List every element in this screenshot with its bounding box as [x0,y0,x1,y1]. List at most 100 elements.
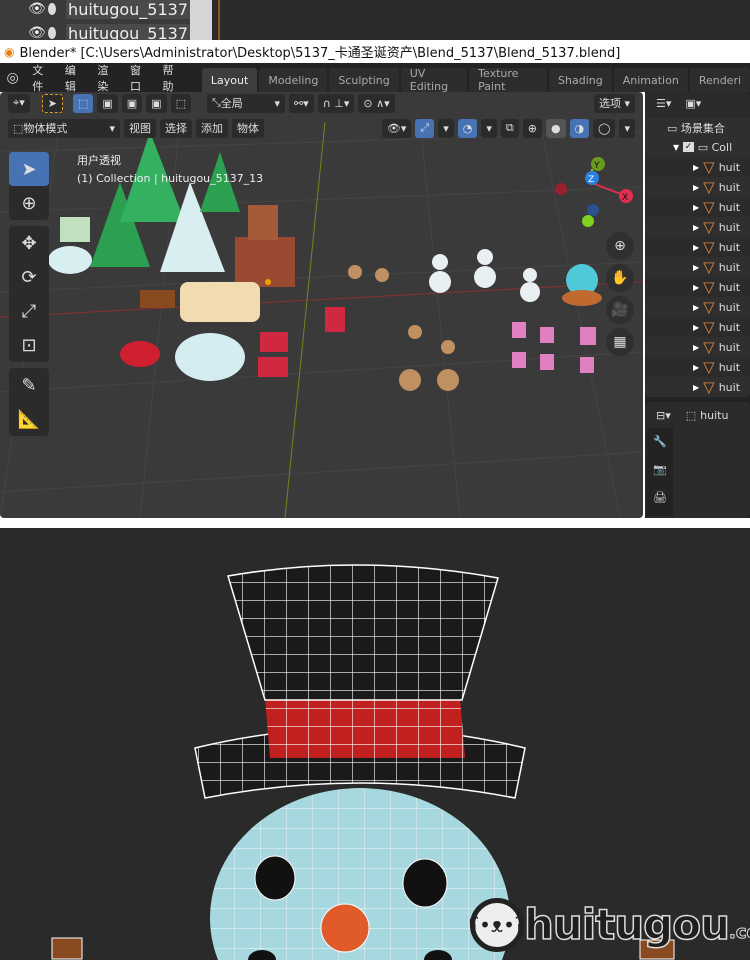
outliner-item[interactable]: ▶ ▽ huit [645,297,750,317]
expand-icon[interactable]: ▼ [673,143,679,152]
collection-row[interactable]: ▼ ✓ ▭ Coll [645,137,750,157]
select-mode-invert[interactable]: ▣ [146,93,167,113]
gizmo-toggle[interactable]: ⤢ [415,118,435,138]
select-mode-new[interactable]: ⬚ [72,93,94,113]
expand-icon[interactable]: ▶ [693,183,699,192]
perspective-grid-icon[interactable]: ▦ [606,328,634,356]
expand-icon[interactable]: ▶ [693,323,699,332]
scene-collection-row[interactable]: ▭ 场景集合 [645,118,750,138]
mode-dropdown[interactable]: ⬚ 物体模式 ▾ [8,118,120,138]
expand-icon[interactable]: ▶ [693,283,699,292]
output-properties-icon[interactable]: 🖨 [647,484,673,512]
outliner-item[interactable]: ▶ ▽ huit [645,377,750,397]
tab-uv-editing[interactable]: UV Editing [400,67,468,93]
select-tool-icon[interactable]: ➤ [41,93,63,113]
expand-icon[interactable]: ▶ [693,343,699,352]
transform-tool-icon[interactable]: ⊡ [9,328,49,362]
outliner-item[interactable]: ▶ ▽ huit [645,157,750,177]
expand-icon[interactable]: ▶ [693,383,699,392]
render-properties-icon[interactable]: 📷 [647,456,673,484]
pivot-dropdown[interactable]: ⚯▾ [288,93,314,113]
outliner-item[interactable]: ▶ ▽ huit [645,197,750,217]
menu-add[interactable]: 添加 [196,118,228,138]
select-mode-extend[interactable]: ▣ [97,93,118,113]
options-dropdown[interactable]: 选项 ▾ [593,93,635,113]
scrollbar[interactable] [190,0,212,40]
tab-rendering[interactable]: Renderi [689,68,750,92]
expand-icon[interactable]: ▶ [693,243,699,252]
outliner-item[interactable]: ▶ ▽ huit [645,337,750,357]
zoom-icon[interactable]: ⊕ [606,232,634,260]
overlay-dropdown[interactable]: ▾ [481,118,497,138]
tab-layout[interactable]: Layout [201,68,258,92]
shading-wireframe[interactable]: ⊕ [522,118,542,138]
expand-icon[interactable]: ▶ [693,223,699,232]
expand-icon[interactable]: ▶ [693,363,699,372]
outliner-item[interactable]: ▶ ▽ huit [645,317,750,337]
tab-texture-paint[interactable]: Texture Paint [469,67,548,93]
collection-info: (1) Collection | huitugou_5137_13 [77,172,264,185]
expand-icon[interactable]: ▶ [693,263,699,272]
menu-file[interactable]: 文件 [25,62,58,94]
checkbox[interactable]: ✓ [682,142,695,152]
blender-menu-icon[interactable]: ◎ [0,70,25,86]
xray-toggle[interactable]: ⧉ [500,118,519,138]
3d-viewport[interactable]: Y Z X ⌖▾ ➤ ⬚ ▣ ▣ ▣ ⬚ ⤡ 全局 ▾ ⚯▾ ∩ ⊥▾ ⊙ ∧▾ … [0,92,643,518]
outliner-item[interactable]: ▶ ▽ huit [645,237,750,257]
outliner-item[interactable]: ▶ ▽ huit [645,217,750,237]
annotate-tool-icon[interactable]: ✎ [9,368,49,402]
orientation-icon: ⤡ [211,96,221,109]
shading-rendered[interactable]: ◯ [593,118,616,138]
expand-icon[interactable]: ▶ [693,163,699,172]
editor-type-button[interactable]: ⌖▾ [8,93,30,113]
menu-render[interactable]: 渲染 [90,62,123,94]
select-mode-intersect[interactable]: ⬚ [170,93,191,113]
render-toggle-icon[interactable] [48,27,57,39]
proportional-edit[interactable]: ⊙ ∧▾ [358,93,395,113]
overlay-toggle[interactable]: ◔ [457,118,478,138]
rotate-tool-icon[interactable]: ⟳ [9,260,49,294]
visibility-dropdown[interactable]: 👁▾ [381,118,412,138]
eye-icon[interactable]: 👁 [28,1,46,17]
display-mode-icon[interactable]: ☰▾ [651,93,677,113]
expand-icon[interactable]: ▶ [693,203,699,212]
menu-object[interactable]: 物体 [232,118,264,138]
menu-edit[interactable]: 编辑 [58,62,91,94]
render-toggle-icon[interactable] [48,3,57,15]
measure-tool-icon[interactable]: 📐 [9,402,49,436]
menu-window[interactable]: 窗口 [123,62,156,94]
menu-select[interactable]: 选择 [160,118,192,138]
transform-orientation-dropdown[interactable]: ⤡ 全局 ▾ [206,93,285,113]
eye-icon[interactable]: 👁 [28,25,46,41]
menu-view[interactable]: 视图 [124,118,156,138]
scale-tool-icon[interactable]: ⤢ [9,294,49,328]
outliner-item[interactable]: ▶ ▽ huit [645,357,750,377]
tab-sculpting[interactable]: Sculpting [329,68,399,92]
snap-toggle[interactable]: ∩ ⊥▾ [317,93,355,113]
item-label: huit [718,180,741,194]
expand-icon[interactable]: ▶ [693,303,699,312]
select-box-tool-icon[interactable]: ➤ [9,152,49,186]
editor-type-icon[interactable]: ⊟▾ [651,405,676,425]
filter-icon[interactable]: ▣▾ [680,93,707,113]
axis-gizmo[interactable]: Y Z X [555,157,633,227]
tab-modeling[interactable]: Modeling [259,68,328,92]
shading-dropdown[interactable]: ▾ [619,118,635,138]
menu-help[interactable]: 帮助 [156,62,189,94]
shading-solid[interactable]: ● [545,118,566,138]
outliner-row[interactable]: 👁 huitugou_5137 [0,0,190,20]
camera-icon[interactable]: 🎥 [606,296,634,324]
outliner-item[interactable]: ▶ ▽ huit [645,257,750,277]
gizmo-dropdown[interactable]: ▾ [438,118,454,138]
tool-settings-icon[interactable]: 🔧 [647,428,673,456]
outliner-item[interactable]: ▶ ▽ huit [645,277,750,297]
shading-material[interactable]: ◑ [569,118,590,138]
cursor-tool-icon[interactable]: ⊕ [9,186,49,220]
select-mode-subtract[interactable]: ▣ [121,93,143,113]
top-menubar: ◎ 文件 编辑 渲染 窗口 帮助 Layout Modeling Sculpti… [0,62,750,94]
tab-animation[interactable]: Animation [613,68,688,92]
move-tool-icon[interactable]: ✥ [9,226,49,260]
tab-shading[interactable]: Shading [549,68,612,92]
outliner-item[interactable]: ▶ ▽ huit [645,177,750,197]
pan-hand-icon[interactable]: ✋ [606,264,634,292]
